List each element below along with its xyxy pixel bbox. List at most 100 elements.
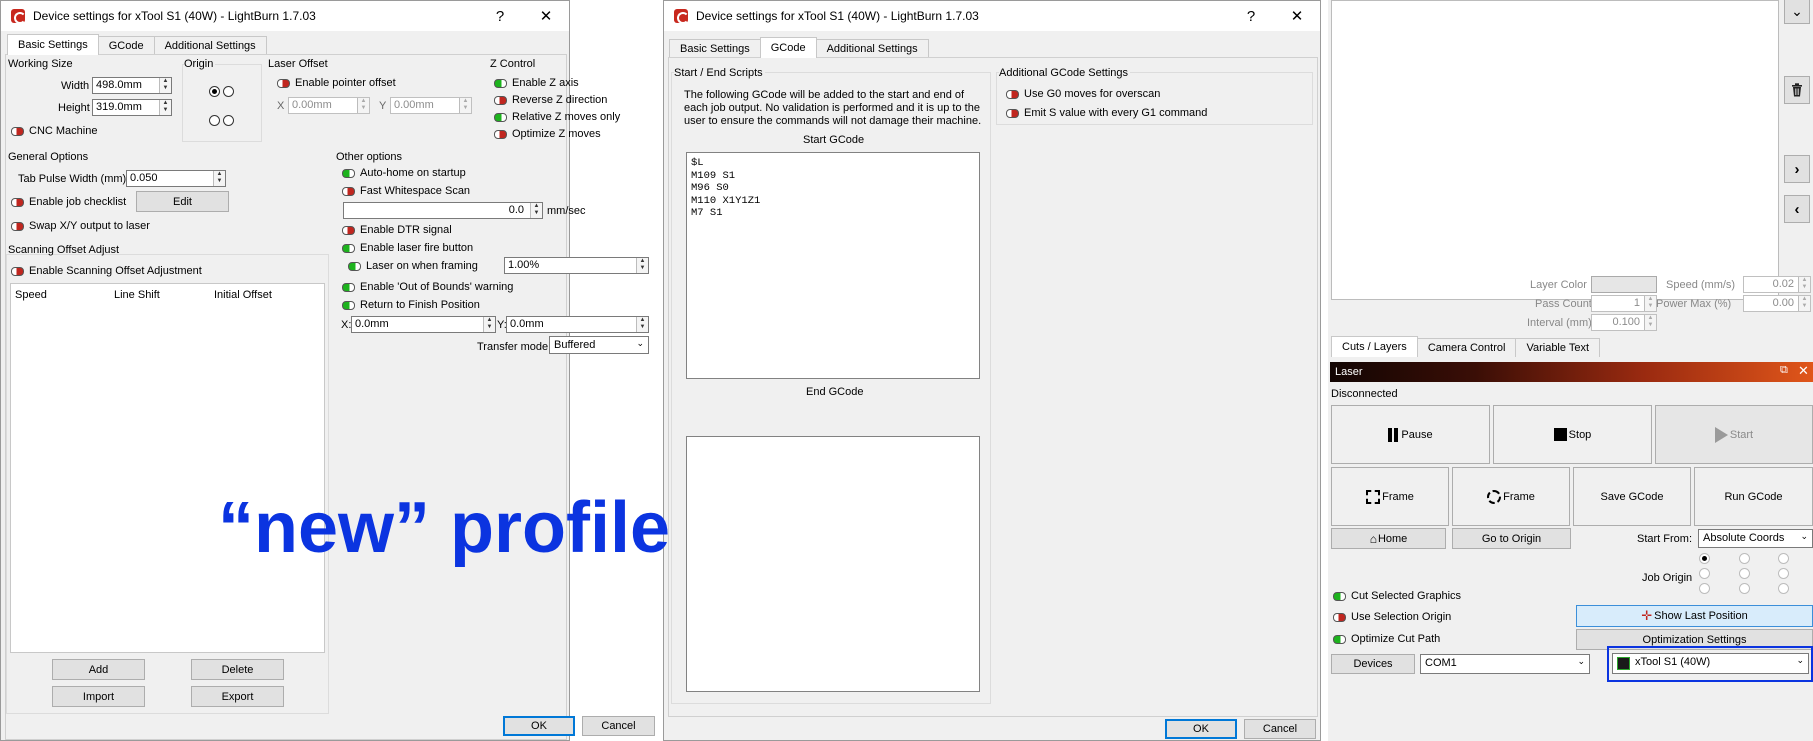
go-to-origin-button[interactable]: Go to Origin xyxy=(1452,528,1571,549)
finish-x-input[interactable]: 0.0mm ▲ ▼ xyxy=(351,316,496,333)
show-last-position-button[interactable]: ✛ Show Last Position xyxy=(1576,605,1813,627)
help-button[interactable]: ? xyxy=(477,8,523,25)
port-select[interactable]: COM1 ⌄ xyxy=(1420,654,1590,674)
use-selection-toggle[interactable]: Use Selection Origin xyxy=(1333,610,1451,624)
tab-basic-settings[interactable]: Basic Settings xyxy=(669,39,761,58)
pass-count-input[interactable]: 1 ▲ ▼ xyxy=(1591,295,1657,312)
chevron-down-icon[interactable]: ⌄ xyxy=(1784,0,1810,24)
job-origin-radio-tl[interactable] xyxy=(1699,553,1710,564)
ok-button[interactable]: OK xyxy=(1165,719,1237,739)
emit-s-toggle[interactable]: Emit S value with every G1 command xyxy=(1006,106,1207,120)
whitespace-speed-input[interactable]: 0.0 ▲ ▼ xyxy=(343,202,543,219)
tab-gcode[interactable]: GCode xyxy=(759,37,817,58)
tab-cuts-layers[interactable]: Cuts / Layers xyxy=(1331,336,1418,357)
offset-y-input[interactable]: 0.00mm ▲ ▼ xyxy=(390,97,472,114)
chevron-left-icon[interactable]: ‹ xyxy=(1784,195,1810,223)
start-from-select[interactable]: Absolute Coords ⌄ xyxy=(1698,529,1813,548)
job-origin-radio-bl[interactable] xyxy=(1699,583,1710,594)
start-gcode-editor[interactable]: $L M109 S1 M96 S0 M110 X1Y1Z1 M7 S1 xyxy=(686,152,980,379)
help-button[interactable]: ? xyxy=(1228,8,1274,25)
tab-additional-settings[interactable]: Additional Settings xyxy=(153,36,267,55)
toggle-off-icon xyxy=(342,225,355,235)
chevron-down-icon: ⌄ xyxy=(1800,531,1808,541)
start-button[interactable]: Start xyxy=(1655,405,1813,464)
origin-bottom-left-radio[interactable] xyxy=(209,115,220,126)
framing-toggle[interactable]: Laser on when framing xyxy=(348,259,478,273)
cut-selected-toggle[interactable]: Cut Selected Graphics xyxy=(1333,589,1461,603)
tab-gcode[interactable]: GCode xyxy=(97,36,155,55)
job-origin-radio-tr[interactable] xyxy=(1778,553,1789,564)
job-origin-radio-mr[interactable] xyxy=(1778,568,1789,579)
toggle-on-icon xyxy=(342,300,355,310)
save-gcode-button[interactable]: Save GCode xyxy=(1573,467,1691,526)
cancel-button[interactable]: Cancel xyxy=(1244,719,1316,739)
job-origin-radio-tc[interactable] xyxy=(1739,553,1750,564)
reverse-z-toggle[interactable]: Reverse Z direction xyxy=(494,93,607,107)
tab-basic-settings[interactable]: Basic Settings xyxy=(7,34,99,55)
frame-circle-button[interactable]: Frame xyxy=(1452,467,1570,526)
transfer-mode-select[interactable]: Buffered ⌄ xyxy=(549,336,649,354)
width-input[interactable]: 498.0mm ▲ ▼ xyxy=(92,77,172,94)
home-button[interactable]: ⌂ Home xyxy=(1331,528,1446,549)
optimize-z-toggle[interactable]: Optimize Z moves xyxy=(494,127,601,141)
return-finish-toggle[interactable]: Return to Finish Position xyxy=(342,298,480,312)
scan-offset-table[interactable]: Speed Line Shift Initial Offset xyxy=(10,283,325,653)
autohome-toggle[interactable]: Auto-home on startup xyxy=(342,166,466,180)
close-button[interactable]: ✕ xyxy=(1274,7,1320,25)
close-button[interactable]: ✕ xyxy=(523,7,569,25)
delete-button[interactable]: Delete xyxy=(191,659,284,680)
edit-button[interactable]: Edit xyxy=(136,191,229,212)
scanning-offset-toggle[interactable]: Enable Scanning Offset Adjustment xyxy=(11,264,202,278)
fire-button-toggle[interactable]: Enable laser fire button xyxy=(342,241,473,255)
origin-top-right-radio[interactable] xyxy=(223,86,234,97)
tab-additional-settings[interactable]: Additional Settings xyxy=(815,39,929,58)
swap-xy-toggle[interactable]: Swap X/Y output to laser xyxy=(11,219,150,233)
chevron-right-icon[interactable]: › xyxy=(1784,155,1810,183)
export-button[interactable]: Export xyxy=(191,686,284,707)
layer-color-swatch[interactable] xyxy=(1591,276,1657,293)
general-options-title: General Options xyxy=(8,151,89,163)
add-button[interactable]: Add xyxy=(52,659,145,680)
job-origin-radio-bc[interactable] xyxy=(1739,583,1750,594)
out-of-bounds-toggle[interactable]: Enable 'Out of Bounds' warning xyxy=(342,280,513,294)
job-origin-radio-br[interactable] xyxy=(1778,583,1789,594)
layer-list[interactable] xyxy=(1331,0,1779,300)
finish-y-input[interactable]: 0.0mm ▲ ▼ xyxy=(506,316,649,333)
frame-rect-button[interactable]: Frame xyxy=(1331,467,1449,526)
job-origin-radio-ml[interactable] xyxy=(1699,568,1710,579)
close-icon[interactable]: ✕ xyxy=(1798,363,1809,379)
stop-button[interactable]: Stop xyxy=(1493,405,1652,464)
dialog1-cancel-button[interactable]: Cancel xyxy=(582,716,655,736)
enable-z-toggle[interactable]: Enable Z axis xyxy=(494,76,579,90)
tab-camera-control[interactable]: Camera Control xyxy=(1416,338,1517,357)
speed-input[interactable]: 0.02 ▲ ▼ xyxy=(1743,276,1811,293)
offset-x-input[interactable]: 0.00mm ▲ ▼ xyxy=(288,97,370,114)
cnc-machine-toggle[interactable]: CNC Machine xyxy=(11,124,97,138)
framing-power-input[interactable]: 1.00% ▲ ▼ xyxy=(504,257,649,274)
device-select[interactable]: xTool S1 (40W) ⌄ xyxy=(1612,653,1809,674)
interval-input[interactable]: 0.100 ▲ ▼ xyxy=(1591,314,1657,331)
relative-z-toggle[interactable]: Relative Z moves only xyxy=(494,110,620,124)
dtr-toggle[interactable]: Enable DTR signal xyxy=(342,223,452,237)
optimize-path-toggle[interactable]: Optimize Cut Path xyxy=(1333,632,1440,646)
devices-button[interactable]: Devices xyxy=(1331,654,1415,674)
tab-pulse-input[interactable]: 0.050 ▲ ▼ xyxy=(126,170,226,187)
power-max-input[interactable]: 0.00 ▲ ▼ xyxy=(1743,295,1811,312)
end-gcode-editor[interactable] xyxy=(686,436,980,692)
job-origin-radio-mc[interactable] xyxy=(1739,568,1750,579)
import-button[interactable]: Import xyxy=(52,686,145,707)
pointer-offset-toggle[interactable]: Enable pointer offset xyxy=(277,76,396,90)
run-gcode-button[interactable]: Run GCode xyxy=(1694,467,1813,526)
origin-bottom-right-radio[interactable] xyxy=(223,115,234,126)
job-checklist-label: Enable job checklist xyxy=(29,196,127,208)
height-input[interactable]: 319.0mm ▲ ▼ xyxy=(92,99,172,116)
pause-button[interactable]: Pause xyxy=(1331,405,1490,464)
g0-overscan-toggle[interactable]: Use G0 moves for overscan xyxy=(1006,87,1160,101)
origin-top-left-radio[interactable] xyxy=(209,86,220,97)
fast-whitespace-toggle[interactable]: Fast Whitespace Scan xyxy=(342,184,470,198)
float-window-icon[interactable]: ⧉ xyxy=(1780,364,1788,377)
dialog1-ok-button[interactable]: OK xyxy=(503,716,575,736)
job-checklist-toggle[interactable]: Enable job checklist xyxy=(11,195,126,209)
trash-icon[interactable] xyxy=(1784,76,1810,104)
tab-variable-text[interactable]: Variable Text xyxy=(1515,338,1601,357)
